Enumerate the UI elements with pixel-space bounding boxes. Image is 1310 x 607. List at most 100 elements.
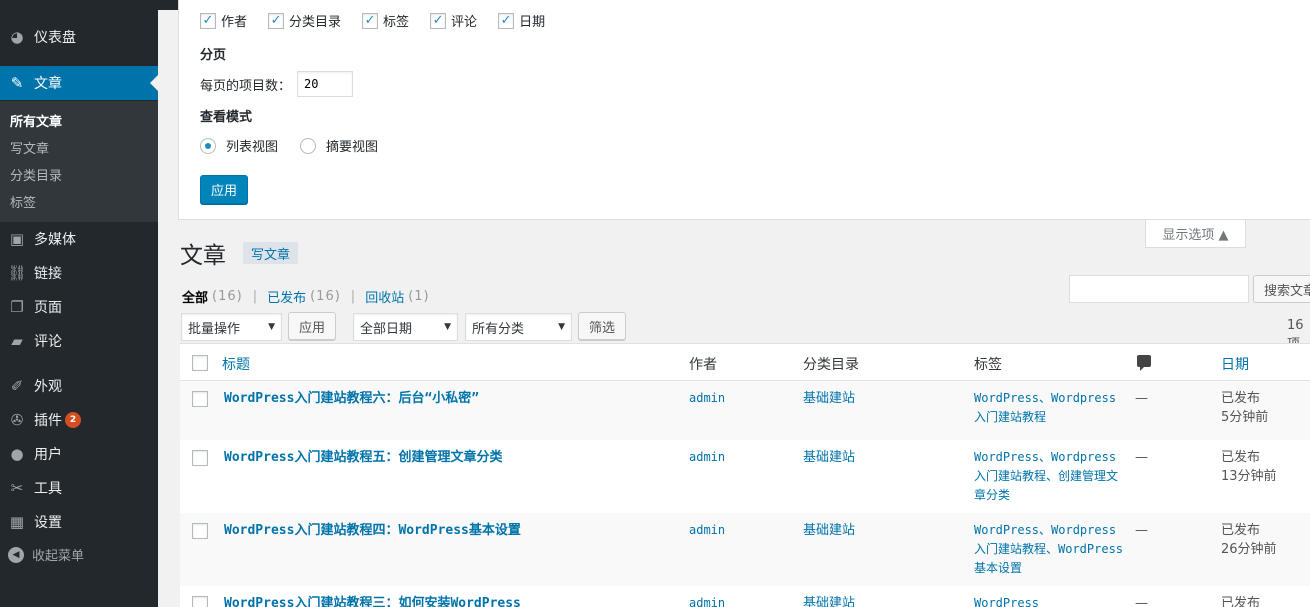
post-author[interactable]: admin [689, 448, 725, 467]
post-comments: — [1135, 391, 1148, 406]
sidebar-item-label: 插件 [34, 413, 62, 429]
toggle-comments[interactable]: ✓ 评论 [430, 11, 477, 30]
sidebar-item-label: 仪表盘 [34, 30, 76, 46]
post-time: 26分钟前 [1221, 542, 1277, 557]
column-tags: 标签 [974, 357, 1002, 373]
submenu-categories[interactable]: 分类目录 [10, 165, 62, 184]
checkbox-checked[interactable]: ✓ [430, 12, 447, 29]
filter-count: (1) [408, 289, 430, 304]
category-filter-select[interactable]: 所有分类 ▼ [465, 313, 572, 341]
sidebar-item-tools[interactable]: ✂ 工具 [0, 471, 158, 505]
pagination-title: 分页 [200, 48, 227, 63]
post-title-link[interactable]: WordPress入门建站教程六：后台“小私密” [224, 389, 479, 408]
radio-excerpt-view[interactable] [300, 137, 317, 154]
sidebar-item-media[interactable]: ▣ 多媒体 [0, 222, 158, 256]
filter-trash[interactable]: 回收站 [365, 287, 404, 306]
checkbox-checked[interactable]: ✓ [362, 12, 379, 29]
bulk-action-select[interactable]: 批量操作 ▼ [181, 313, 282, 341]
post-category[interactable]: 基础建站 [803, 594, 855, 607]
post-category[interactable]: 基础建站 [803, 448, 855, 467]
submenu-all-posts[interactable]: 所有文章 [10, 111, 62, 130]
post-status: 已发布 [1221, 596, 1261, 607]
bulk-apply-button[interactable]: 应用 [288, 312, 336, 340]
post-status: 已发布 [1221, 450, 1261, 465]
add-new-post-button[interactable]: 写文章 [243, 242, 299, 264]
post-comments: — [1135, 450, 1148, 465]
toggle-author[interactable]: ✓ 作者 [200, 11, 247, 30]
post-tags[interactable]: WordPress、Wordpress入门建站教程 [974, 389, 1124, 427]
plugin-update-badge: 2 [65, 412, 81, 428]
search-input[interactable] [1069, 275, 1249, 303]
row-checkbox[interactable] [192, 391, 208, 407]
row-checkbox[interactable] [192, 523, 208, 539]
sidebar-item-links[interactable]: ⛓ 链接 [0, 256, 158, 290]
post-title-link[interactable]: WordPress入门建站教程四：WordPress基本设置 [224, 521, 521, 540]
sidebar-item-plugins[interactable]: ✇ 插件 2 [0, 403, 158, 437]
admin-sidebar: ◕ 仪表盘 ✎ 文章 所有文章 写文章 分类目录 标签 ▣ 多媒体 ⛓ 链接 ❐… [0, 0, 158, 607]
row-checkbox[interactable] [192, 450, 208, 466]
sidebar-item-comments[interactable]: ▰ 评论 [0, 324, 158, 358]
separator: | [252, 289, 258, 304]
sidebar-item-appearance[interactable]: ✐ 外观 [0, 369, 158, 403]
toggle-label: 作者 [221, 15, 248, 30]
column-date[interactable]: 日期 [1221, 354, 1249, 374]
per-page-row: 每页的项目数： [200, 71, 354, 97]
page-icon: ❐ [10, 298, 24, 316]
post-tags[interactable]: WordPress、Wordpress入门建站教程、WordPress基本设置 [974, 521, 1124, 578]
submenu-add-new[interactable]: 写文章 [10, 138, 49, 157]
sidebar-item-users[interactable]: ● 用户 [0, 437, 158, 471]
date-filter-select[interactable]: 全部日期 ▼ [353, 313, 458, 341]
sidebar-item-pages[interactable]: ❐ 页面 [0, 290, 158, 324]
view-mode-title: 查看模式 [200, 110, 253, 125]
screen-options-tab[interactable]: 显示选项 ▲ [1145, 220, 1246, 248]
dropdown-arrow-icon: ▼ [558, 322, 565, 332]
filter-all[interactable]: 全部 [182, 287, 208, 306]
column-title[interactable]: 标题 [222, 354, 250, 374]
screen-options-apply-button[interactable]: 应用 [200, 175, 248, 204]
column-toggles: ✓ 作者 ✓ 分类目录 ✓ 标签 ✓ 评论 ✓ 日期 [200, 11, 566, 30]
filter-published[interactable]: 已发布 [267, 287, 306, 306]
sidebar-item-settings[interactable]: ▦ 设置 [0, 505, 158, 539]
view-mode-options: 列表视图 摘要视图 [200, 136, 400, 155]
search-posts-button[interactable]: 搜索文章 [1253, 275, 1310, 303]
sidebar-item-label: 设置 [34, 515, 62, 531]
checkbox-checked[interactable]: ✓ [200, 12, 216, 29]
dropdown-arrow-icon: ▼ [268, 322, 275, 332]
submenu-tags[interactable]: 标签 [10, 192, 36, 211]
checkbox-checked[interactable]: ✓ [498, 12, 515, 29]
table-row: WordPress入门建站教程三：如何安装WordPress admin 基础建… [180, 586, 1310, 607]
post-category[interactable]: 基础建站 [803, 521, 855, 540]
post-category[interactable]: 基础建站 [803, 389, 855, 408]
sidebar-item-label: 外观 [34, 379, 62, 395]
post-author[interactable]: admin [689, 389, 725, 408]
status-filter-links: 全部 (16) | 已发布 (16) | 回收站 (1) [182, 287, 430, 306]
radio-list-view[interactable] [200, 137, 216, 154]
appearance-icon: ✐ [10, 377, 24, 395]
filter-button[interactable]: 筛选 [578, 312, 626, 340]
post-status: 已发布 [1221, 523, 1261, 538]
post-title-link[interactable]: WordPress入门建站教程三：如何安装WordPress [224, 594, 521, 607]
post-author[interactable]: admin [689, 594, 725, 607]
toggle-categories[interactable]: ✓ 分类目录 [268, 11, 341, 30]
post-author[interactable]: admin [689, 521, 725, 540]
sidebar-item-dashboard[interactable]: ◕ 仪表盘 [0, 20, 158, 54]
post-tags[interactable]: WordPress [974, 594, 1124, 607]
collapse-menu-button[interactable]: ◀ 收起菜单 [8, 545, 84, 564]
select-all-checkbox[interactable] [192, 355, 208, 371]
per-page-input[interactable] [297, 71, 354, 97]
post-title-link[interactable]: WordPress入门建站教程五：创建管理文章分类 [224, 448, 502, 467]
separator: | [350, 289, 356, 304]
tool-icon: ✂ [10, 479, 24, 497]
row-checkbox[interactable] [192, 596, 208, 607]
post-comments: — [1135, 523, 1148, 538]
toggle-date[interactable]: ✓ 日期 [498, 11, 545, 30]
checkbox-checked[interactable]: ✓ [268, 12, 285, 29]
sidebar-item-posts[interactable]: ✎ 文章 [0, 66, 158, 100]
post-time: 5分钟前 [1221, 410, 1269, 425]
toggle-tags[interactable]: ✓ 标签 [362, 11, 409, 30]
comment-bubble-icon[interactable] [1137, 355, 1151, 371]
link-icon: ⛓ [7, 264, 27, 282]
post-tags[interactable]: WordPress、Wordpress入门建站教程、创建管理文章分类 [974, 448, 1124, 505]
sidebar-item-label: 用户 [34, 447, 62, 463]
filter-count: (16) [212, 289, 243, 304]
